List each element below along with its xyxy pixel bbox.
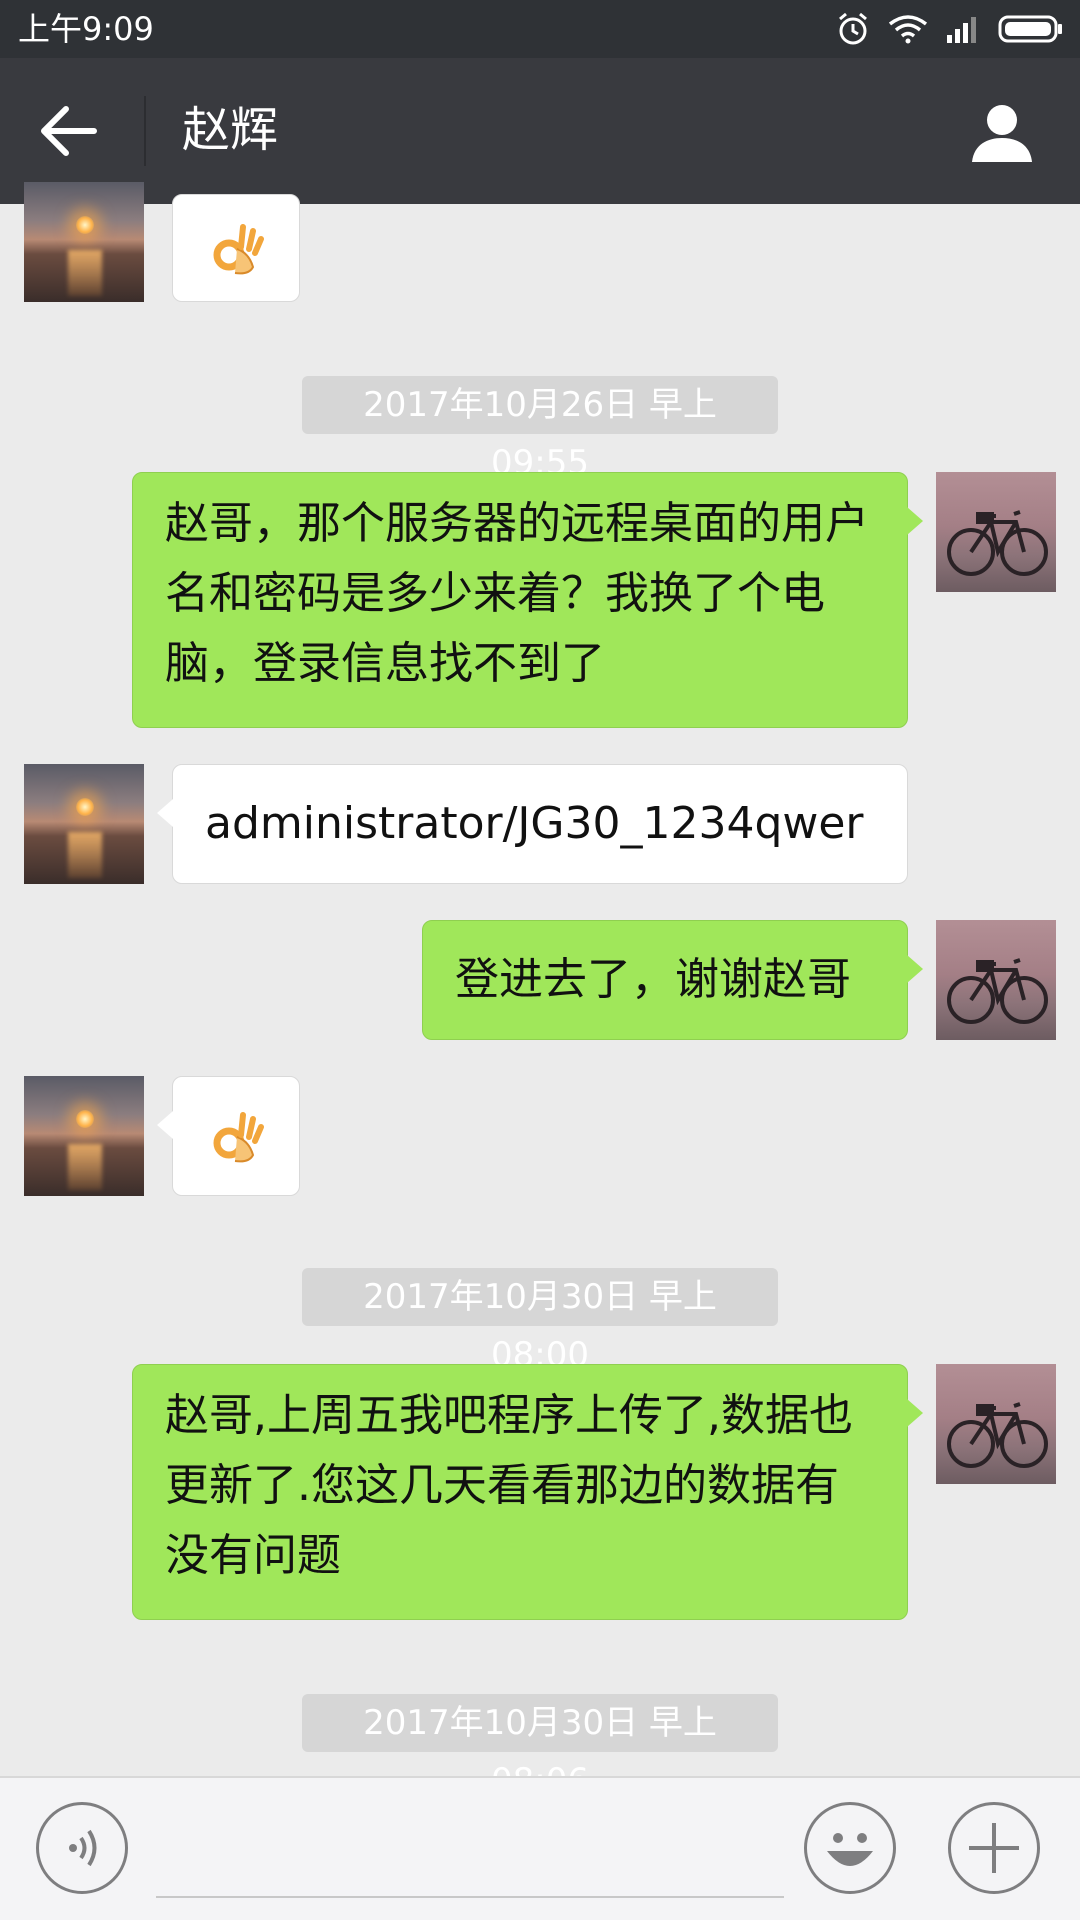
smiley-icon xyxy=(827,1833,873,1866)
message-bubble-outgoing[interactable]: 登进去了，谢谢赵哥 xyxy=(422,920,923,1040)
plus-icon xyxy=(969,1823,1019,1873)
alarm-icon xyxy=(839,12,867,45)
page-title: 赵辉 xyxy=(182,102,279,158)
bicycle-icon xyxy=(947,1402,1048,1468)
chat-screen: 上午9:09 赵辉 2017年10月26日 早上09:55 赵哥，那个服务器的远… xyxy=(0,0,1080,1920)
timestamp: 2017年10月30日 早上08:00 xyxy=(302,1268,778,1375)
title-divider xyxy=(144,96,146,166)
status-time: 上午9:09 xyxy=(18,10,154,48)
battery-icon xyxy=(998,15,1062,43)
my-avatar[interactable] xyxy=(936,1364,1056,1484)
message-bubble-incoming[interactable]: administrator/JG30_1234qwer xyxy=(157,764,908,884)
message-input[interactable] xyxy=(156,1808,784,1898)
message-bubble-incoming[interactable] xyxy=(157,1076,300,1196)
back-arrow-icon[interactable] xyxy=(38,103,108,159)
bicycle-icon xyxy=(947,958,1048,1024)
contact-avatar[interactable] xyxy=(24,182,144,302)
timestamp: 2017年10月26日 早上09:55 xyxy=(302,376,778,483)
emoji-button[interactable] xyxy=(804,1802,896,1894)
person-icon[interactable] xyxy=(970,100,1034,164)
message-bubble-outgoing[interactable]: 赵哥,上周五我吧程序上传了,数据也更新了.您这几天看看那边的数据有没有问题 xyxy=(132,1364,923,1620)
message-text: administrator/JG30_1234qwer xyxy=(205,798,864,849)
timestamp: 2017年10月30日 早上08:06 xyxy=(302,1694,778,1801)
message-bubble-outgoing[interactable]: 赵哥，那个服务器的远程桌面的用户名和密码是多少来着？我换了个电脑，登录信息找不到… xyxy=(132,472,923,728)
voice-button[interactable] xyxy=(36,1802,128,1894)
message-text: 登进去了，谢谢赵哥 xyxy=(455,954,851,1005)
message-text: 赵哥,上周五我吧程序上传了,数据也更新了.您这几天看看那边的数据有没有问题 xyxy=(165,1390,853,1581)
ok-hand-emoji-icon xyxy=(213,224,264,275)
contact-avatar[interactable] xyxy=(24,1076,144,1196)
title-bar: 赵辉 xyxy=(0,58,1080,204)
more-button[interactable] xyxy=(948,1802,1040,1894)
bicycle-icon xyxy=(947,510,1048,576)
message-bubble-incoming[interactable] xyxy=(172,194,300,302)
my-avatar[interactable] xyxy=(936,472,1056,592)
message-text: 赵哥，那个服务器的远程桌面的用户名和密码是多少来着？我换了个电脑，登录信息找不到… xyxy=(165,498,869,689)
my-avatar[interactable] xyxy=(936,920,1056,1040)
contact-avatar[interactable] xyxy=(24,764,144,884)
voice-icon xyxy=(69,1829,97,1867)
ok-hand-emoji-icon xyxy=(213,1112,264,1163)
status-icons xyxy=(836,10,1064,48)
input-bar xyxy=(0,1776,1080,1920)
wifi-icon xyxy=(888,15,928,44)
signal-icon xyxy=(947,17,976,43)
status-bar: 上午9:09 xyxy=(0,0,1080,58)
